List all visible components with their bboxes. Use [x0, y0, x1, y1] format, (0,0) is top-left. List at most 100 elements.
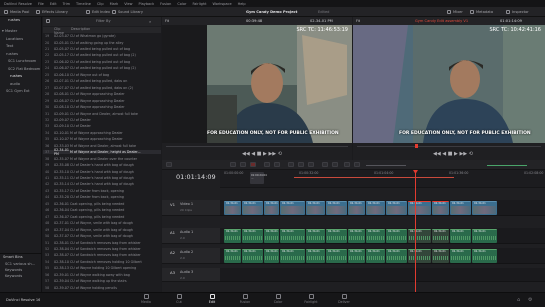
zoom-slider[interactable]	[366, 164, 406, 166]
bin-tree-item[interactable]: Locations	[6, 37, 23, 41]
clip-row[interactable]: 21 02-05-07 CU of walled being pulled out …	[43, 47, 161, 51]
audio-clip[interactable]: 02-34-01	[366, 229, 385, 243]
search-icon[interactable]: ⌕	[149, 19, 151, 24]
audio-clip[interactable]: 02-34-01	[432, 229, 449, 243]
audio-clip[interactable]: 02-34-01	[280, 249, 305, 263]
audio-clip[interactable]: 02-34-01	[348, 229, 365, 243]
insert-icon[interactable]	[264, 162, 270, 167]
clip-row[interactable]: 28 02-08-01 CU of Wayne approaching Dealer	[43, 92, 161, 96]
menu-item[interactable]: Fusion	[160, 2, 171, 6]
clip-row[interactable]: 34 02-10-01 M of Wayne approaching Dealer	[43, 131, 161, 135]
timeline-scrubber-playhead[interactable]	[415, 144, 418, 148]
audio-clip[interactable]: 02-34-01	[306, 229, 325, 243]
menu-item[interactable]: Fairlight	[192, 2, 206, 6]
home-icon[interactable]: ⌂	[517, 297, 520, 303]
video-clip[interactable]: 02-34-01	[450, 201, 471, 215]
audio-clip[interactable]: 02-34-01	[326, 229, 347, 243]
clip-row[interactable]: 37 02-34-01 PM M of Wayne and Dealer, heig…	[43, 148, 161, 156]
clip-row[interactable]: 35 02-10-07 M of Wayne approaching Dealer	[43, 137, 161, 141]
clip-row[interactable]: 32 02-09-07 CU of Dealer	[43, 118, 161, 122]
clip-row[interactable]: 23 02-06-02 CU of walled being pulled out …	[43, 60, 161, 64]
audio-clip[interactable]: 02-34-01	[264, 249, 279, 263]
video-clip[interactable]: 02-34-01	[224, 201, 241, 215]
audio-clip[interactable]: 02-34-01	[366, 249, 385, 263]
page-tab-color[interactable]: Color	[267, 294, 289, 307]
clip-row[interactable]: 54 02-38-10 CU of Sandwich removes holding…	[43, 260, 161, 264]
video-clip[interactable]: 02-34-01	[348, 201, 365, 215]
bin-tree-item[interactable]: SC1 Gym Ext	[6, 89, 30, 93]
col-clip-name[interactable]: Clip Name	[43, 27, 69, 35]
clip-row[interactable]: 25 02-06-10 CU of Wayne out of bag	[43, 73, 161, 77]
audio-clip[interactable]: 02-34-01	[386, 229, 407, 243]
clip-row[interactable]: 24 02-06-07 CU of walled being pulled out …	[43, 66, 161, 70]
clip-row[interactable]: 56 02-39-01 CU of Wayne walking away with …	[43, 273, 161, 277]
effects-library-button[interactable]: Effects Library	[36, 8, 68, 16]
bin-tree-item[interactable]: SC2 Flat Bedroom	[8, 67, 40, 71]
clip-row[interactable]: 41 02-35-11 CU of Dealer's hand with bag o…	[43, 176, 161, 180]
menu-item[interactable]: Playback	[139, 2, 155, 6]
marker-icon[interactable]	[332, 162, 338, 167]
position-lock-icon[interactable]	[308, 162, 314, 167]
filter-by[interactable]: Filter By	[96, 19, 111, 24]
timeline-playhead[interactable]	[415, 170, 416, 292]
source-zoom[interactable]: Fit	[165, 19, 169, 24]
audio-clip[interactable]: 02-34-01	[280, 229, 305, 243]
clip-row[interactable]: 19 02-03-07 CU of Whatman go (gyrate)	[43, 34, 161, 38]
clip-row[interactable]: 29 02-08-07 CU of Wayne approaching Dealer	[43, 99, 161, 103]
video-clip[interactable]: 02-34-01	[306, 201, 325, 215]
audio-clip[interactable]: 02-34-01	[306, 249, 325, 263]
clip-row[interactable]: 50 02-37-07 CU of Wayne, smile with bag of…	[43, 234, 161, 238]
timeline-play-controls-icon[interactable]: ◀◀ ◀ ■ ▶ ▶▶ ⟲	[433, 151, 473, 157]
link-icon[interactable]	[298, 162, 304, 167]
audio-clip[interactable]: 02-34-01	[408, 249, 431, 263]
clip-row[interactable]: 40 02-35-10 CU of Dealer's hand with bag o…	[43, 169, 161, 174]
blade-tool-icon[interactable]	[250, 162, 256, 167]
page-tab-media[interactable]: Media	[135, 294, 157, 307]
selection-tool-icon[interactable]	[230, 162, 236, 167]
clip-row[interactable]: 33 02-09-10 CU of Dealer	[43, 124, 161, 128]
timeline-viewer-zoom[interactable]: Fit	[356, 19, 360, 24]
video-clip[interactable]: 02-34-01	[242, 201, 263, 215]
clip-row[interactable]: 52 02-38-04 CU of Sandwich removes bag fro…	[43, 247, 161, 251]
menu-item[interactable]: Mark	[110, 2, 119, 6]
smart-bin-item[interactable]: Keywords	[5, 274, 22, 278]
clip-row[interactable]: 48 02-37-01 CU of Wayne, smile with bag of…	[43, 221, 161, 225]
clip-row[interactable]: 30 02-08-10 CU of Wayne approaching Dealer	[43, 105, 161, 109]
page-tab-deliver[interactable]: Deliver	[333, 294, 355, 307]
menu-item[interactable]: Edit	[50, 2, 57, 6]
flag-icon[interactable]	[322, 162, 328, 167]
sound-library-button[interactable]: Sound Library	[112, 8, 143, 16]
clip-row[interactable]: 44 02-35-20 CU of Dealer from back, openin…	[43, 195, 161, 199]
video-clip[interactable]: 02-34-01	[386, 201, 407, 215]
clip-row[interactable]: 46 02-36-04 Coat opening, pills being need…	[43, 208, 161, 212]
audio-clip[interactable]: 02-34-01	[242, 229, 263, 243]
menu-item[interactable]: Color	[177, 2, 186, 6]
audio-clip[interactable]: 02-34-01	[472, 229, 497, 243]
audio-clip[interactable]: 02-34-01	[450, 249, 471, 263]
overwrite-icon[interactable]	[274, 162, 280, 167]
audio-clip[interactable]: 02-34-01	[242, 249, 263, 263]
page-tab-cut[interactable]: Cut	[168, 294, 190, 307]
full-zoom-icon[interactable]	[344, 162, 350, 167]
audio-clip[interactable]: 02-34-01	[432, 249, 449, 263]
bin-tree-item[interactable]: Text	[6, 44, 13, 48]
clip-row[interactable]: 38 02-35-07 M of Wayne and Dealer over the…	[43, 157, 161, 161]
bin-tree-item[interactable]: audio	[10, 82, 20, 86]
menu-item[interactable]: View	[124, 2, 132, 6]
in-out-range[interactable]	[294, 177, 454, 178]
page-tab-fusion[interactable]: Fusion	[234, 294, 256, 307]
bin-tree-item[interactable]: ▾ Master	[2, 29, 17, 33]
track-header[interactable]: A1 Audio 1 2.0	[162, 228, 220, 244]
clip-row[interactable]: 49 02-37-04 CU of Wayne, smile with bag of…	[43, 228, 161, 232]
volume-slider[interactable]	[487, 164, 527, 166]
page-tab-edit[interactable]: Edit	[201, 294, 223, 307]
audio-clip[interactable]: 02-34-01	[326, 249, 347, 263]
source-scrubber[interactable]	[166, 146, 348, 147]
menu-item[interactable]: Timeline	[76, 2, 91, 6]
mixer-button[interactable]: Mixer	[447, 8, 463, 16]
snapping-icon[interactable]	[288, 162, 294, 167]
audio-clip[interactable]: 02-34-01	[450, 229, 471, 243]
metadata-button[interactable]: Metadata	[470, 8, 493, 16]
media-pool-button[interactable]: Media Pool	[4, 8, 29, 16]
video-clip[interactable]: 02-34-01	[326, 201, 347, 215]
